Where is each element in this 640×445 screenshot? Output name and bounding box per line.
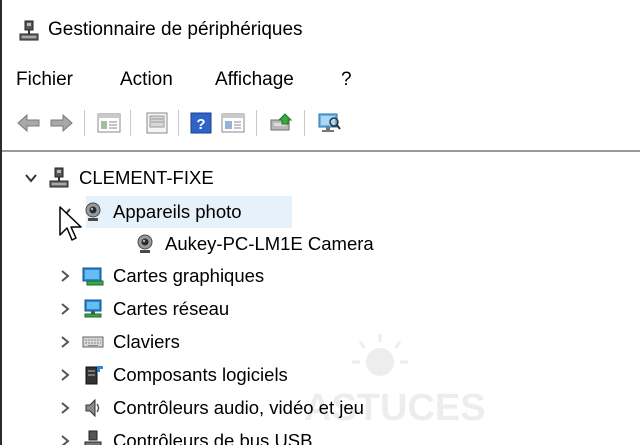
mouse-cursor-icon: [59, 206, 82, 241]
menu-bar: Fichier Action Affichage ?: [2, 58, 640, 98]
properties-icon[interactable]: [96, 110, 122, 136]
chevron-right-icon[interactable]: [56, 366, 74, 384]
tree-item-label: Aukey-PC-LM1E Camera: [165, 233, 374, 254]
tree-item-composants-logiciels[interactable]: Composants logiciels: [56, 359, 288, 391]
computer-icon: [48, 167, 70, 189]
chevron-right-icon[interactable]: [56, 432, 74, 445]
tree-item-label: Contrôleurs audio, vidéo et jeu: [113, 397, 364, 418]
device-tree: ASTUCES CLEMENT-FIXE Appareils photo Auk…: [2, 152, 640, 445]
display-adapter-icon: [82, 265, 104, 287]
back-arrow-icon[interactable]: [16, 110, 42, 136]
network-adapter-icon: [82, 298, 104, 320]
title-bar: Gestionnaire de périphériques: [2, 0, 640, 58]
tree-root-clement-fixe[interactable]: CLEMENT-FIXE: [22, 162, 214, 194]
toolbar-separator: [130, 110, 131, 136]
menu-help[interactable]: ?: [341, 67, 352, 93]
scan-hardware-icon[interactable]: [316, 110, 342, 136]
tree-item-aukey-camera[interactable]: Aukey-PC-LM1E Camera: [134, 228, 374, 260]
window-title: Gestionnaire de périphériques: [48, 19, 303, 40]
chevron-right-icon[interactable]: [56, 333, 74, 351]
keyboard-icon: [82, 331, 104, 353]
show-hidden-icon[interactable]: [144, 110, 170, 136]
device-manager-window: Gestionnaire de périphériques Fichier Ac…: [0, 0, 640, 445]
update-driver-icon[interactable]: [268, 110, 294, 136]
usb-controller-icon: [82, 430, 104, 445]
tree-item-controleurs-audio[interactable]: Contrôleurs audio, vidéo et jeu: [56, 392, 364, 424]
menu-fichier[interactable]: Fichier: [16, 67, 73, 93]
menu-action[interactable]: Action: [120, 67, 173, 93]
tree-item-claviers[interactable]: Claviers: [56, 326, 180, 358]
toolbar-separator: [178, 110, 179, 136]
menu-affichage[interactable]: Affichage: [215, 67, 294, 93]
tree-item-cartes-graphiques[interactable]: Cartes graphiques: [56, 260, 264, 292]
toolbar-separator: [304, 110, 305, 136]
tree-item-label: Contrôleurs de bus USB: [113, 430, 313, 445]
toolbar-separator: [84, 110, 85, 136]
software-component-icon: [82, 364, 104, 386]
chevron-right-icon[interactable]: [56, 399, 74, 417]
tree-item-controleurs-usb[interactable]: Contrôleurs de bus USB: [56, 425, 313, 445]
tree-item-label: Composants logiciels: [113, 364, 288, 385]
tree-root-label: CLEMENT-FIXE: [79, 167, 214, 188]
forward-arrow-icon[interactable]: [48, 110, 74, 136]
device-manager-icon: [18, 20, 40, 42]
toolbar-separator: [256, 110, 257, 136]
chevron-down-icon[interactable]: [22, 169, 40, 187]
tree-item-cartes-reseau[interactable]: Cartes réseau: [56, 293, 229, 325]
toolbar: ?: [2, 100, 640, 148]
tree-item-label: Claviers: [113, 331, 180, 352]
view-icon[interactable]: [220, 110, 246, 136]
webcam-icon: [134, 233, 156, 255]
tree-item-label: Cartes graphiques: [113, 265, 265, 286]
chevron-right-icon[interactable]: [56, 300, 74, 318]
tree-item-label: Appareils photo: [113, 201, 242, 222]
svg-text:?: ?: [196, 116, 205, 133]
help-icon[interactable]: ?: [188, 110, 214, 136]
speaker-icon: [82, 397, 104, 419]
chevron-right-icon[interactable]: [56, 267, 74, 285]
tree-item-label: Cartes réseau: [113, 298, 230, 319]
webcam-icon: [82, 201, 104, 223]
